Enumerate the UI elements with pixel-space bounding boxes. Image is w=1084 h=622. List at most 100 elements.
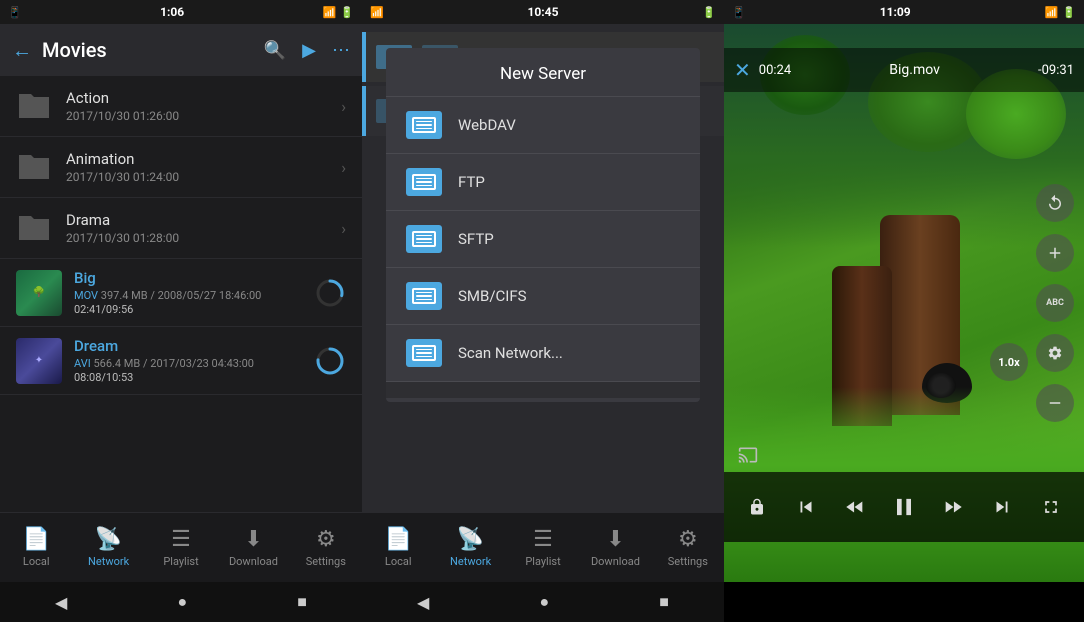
folder-name: Animation [66, 150, 341, 168]
zoom-out-button[interactable] [1036, 384, 1074, 422]
video-size: 397.4 MB [101, 289, 148, 302]
nav-label-2: Settings [668, 555, 708, 568]
video-info: Big MOV 397.4 MB / 2008/05/27 18:46:00 0… [74, 269, 314, 316]
pause-button[interactable] [886, 489, 922, 525]
status-right-icons-1: 📶 🔋 [323, 6, 354, 19]
more-icon[interactable]: ⋯ [332, 40, 350, 61]
battery-icon-2: 🔋 [702, 6, 716, 19]
movies-header: ← Movies 🔍 ▶ ⋯ [0, 24, 362, 76]
server-label: SMB/CIFS [458, 287, 527, 305]
nav-item-settings-2[interactable]: ⚙ Settings [652, 527, 724, 568]
download-icon: ⬇ [244, 527, 262, 552]
next-button[interactable] [984, 489, 1020, 525]
nav-item-network[interactable]: 📡 Network [72, 527, 144, 568]
back-button[interactable]: ← [12, 38, 32, 63]
recents-button[interactable]: ■ [297, 592, 307, 612]
wifi-icon-3: 📶 [1045, 6, 1059, 19]
home-button[interactable]: ● [177, 592, 187, 612]
close-player-button[interactable]: ✕ [734, 58, 751, 82]
video-type: MOV [74, 289, 98, 302]
system-nav-1: ◀ ● ■ [0, 582, 362, 622]
new-server-dialog: New Server WebDAV [386, 48, 700, 402]
nav-item-download-2[interactable]: ⬇ Download [579, 527, 651, 568]
header-icons: 🔍 ▶ ⋯ [264, 40, 350, 61]
folder-name: Action [66, 89, 341, 107]
video-size: 566.4 MB [93, 357, 140, 370]
chevron-icon: › [341, 219, 346, 238]
cast-icon[interactable] [738, 445, 758, 470]
rewind-button[interactable] [837, 489, 873, 525]
server-item-ftp[interactable]: FTP [386, 154, 700, 211]
fastforward-button[interactable] [935, 489, 971, 525]
nav-item-settings[interactable]: ⚙ Settings [290, 527, 362, 568]
playlist-icon: ☰ [171, 527, 191, 552]
server-icon [406, 111, 442, 139]
replay-button[interactable] [1036, 184, 1074, 222]
local-icon: 📄 [23, 527, 50, 552]
lock-button[interactable] [739, 489, 775, 525]
status-time-1: 1:06 [160, 5, 184, 19]
video-type: AVI [74, 357, 91, 370]
video-name: Dream [74, 337, 314, 355]
section-divider [386, 382, 700, 398]
video-duration: 02:41/09:56 [74, 303, 314, 316]
cloud-item-amazon[interactable]: a Amazon Cloud Drive [386, 398, 700, 402]
nav-item-local-2[interactable]: 📄 Local [362, 527, 434, 568]
video-thumbnail: ✦ [16, 338, 62, 384]
list-item[interactable]: 🌳 Big MOV 397.4 MB / 2008/05/27 18:46:00… [0, 259, 362, 327]
settings-icon-2: ⚙ [678, 527, 698, 552]
nav-item-network-2[interactable]: 📡 Network [434, 527, 506, 568]
list-item[interactable]: Action 2017/10/30 01:26:00 › [0, 76, 362, 137]
nav-label-2: Local [385, 555, 412, 568]
back-system-button[interactable]: ◀ [55, 593, 67, 612]
android-icon: 📱 [8, 6, 22, 19]
nav-label: Local [23, 555, 50, 568]
server-item-smb[interactable]: SMB/CIFS [386, 268, 700, 325]
list-item[interactable]: Drama 2017/10/30 01:28:00 › [0, 198, 362, 259]
list-item[interactable]: Animation 2017/10/30 01:24:00 › [0, 137, 362, 198]
status-time-2: 10:45 [528, 5, 559, 19]
player-settings-button[interactable] [1036, 334, 1074, 372]
nav-item-local[interactable]: 📄 Local [0, 527, 72, 568]
back-system-button-2[interactable]: ◀ [417, 593, 429, 612]
network-icon-2: 📡 [457, 527, 484, 552]
speed-indicator[interactable]: 1.0x [990, 343, 1028, 381]
nav-item-playlist[interactable]: ☰ Playlist [145, 527, 217, 568]
nav-item-playlist-2[interactable]: ☰ Playlist [507, 527, 579, 568]
system-nav-2: ◀ ● ■ [362, 582, 724, 622]
status-right-3: 📶 🔋 [1045, 6, 1076, 19]
chevron-icon: › [341, 158, 346, 177]
video-meta: AVI 566.4 MB / 2017/03/23 04:43:00 [74, 357, 314, 370]
playlist-icon-2: ☰ [533, 527, 553, 552]
server-item-scan[interactable]: Scan Network... [386, 325, 700, 382]
nav-item-download[interactable]: ⬇ Download [217, 527, 289, 568]
settings-icon: ⚙ [316, 527, 336, 552]
server-label: WebDAV [458, 116, 516, 134]
player-controls [724, 472, 1084, 542]
folder-date: 2017/10/30 01:28:00 [66, 231, 341, 245]
server-item-sftp[interactable]: SFTP [386, 211, 700, 268]
fullscreen-button[interactable] [1033, 489, 1069, 525]
time-elapsed: 00:24 [759, 63, 791, 78]
status-time-3: 11:09 [880, 5, 911, 19]
server-item-webdav[interactable]: WebDAV [386, 97, 700, 154]
list-item[interactable]: ✦ Dream AVI 566.4 MB / 2017/03/23 04:43:… [0, 327, 362, 395]
server-icon [406, 225, 442, 253]
home-button-2[interactable]: ● [539, 592, 549, 612]
video-frame[interactable]: ✕ 00:24 Big.mov -09:31 ABC 1.0x [724, 24, 1084, 582]
search-icon[interactable]: 🔍 [264, 40, 286, 61]
side-controls: ABC [1036, 184, 1074, 422]
folder-date: 2017/10/30 01:26:00 [66, 109, 341, 123]
video-thumbnail: 🌳 [16, 270, 62, 316]
zoom-in-button[interactable] [1036, 234, 1074, 272]
nav-label-2: Playlist [525, 555, 560, 568]
recents-button-2[interactable]: ■ [659, 592, 669, 612]
prev-button[interactable] [788, 489, 824, 525]
subtitle-button[interactable]: ABC [1036, 284, 1074, 322]
server-label: Scan Network... [458, 344, 563, 362]
nav-label: Download [229, 555, 278, 568]
movies-list: Action 2017/10/30 01:26:00 › Animation 2… [0, 76, 362, 512]
server-label: SFTP [458, 230, 494, 248]
play-icon[interactable]: ▶ [302, 40, 316, 61]
player-top-bar: ✕ 00:24 Big.mov -09:31 [724, 48, 1084, 92]
